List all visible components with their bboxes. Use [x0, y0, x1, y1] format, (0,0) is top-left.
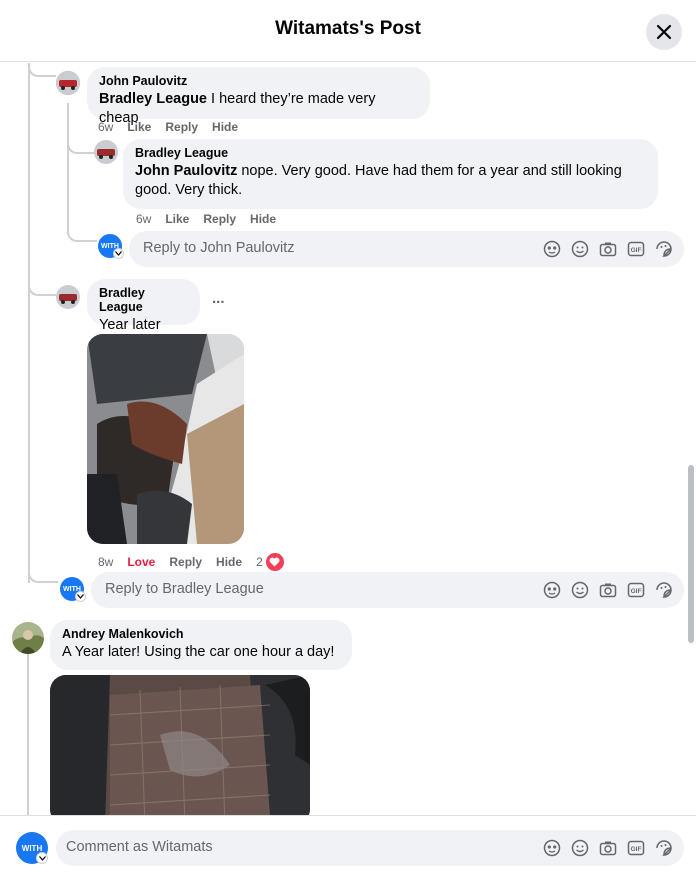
thread-connector — [28, 63, 56, 77]
close-icon — [656, 24, 672, 40]
hide-button[interactable]: Hide — [216, 555, 242, 569]
comment-photo[interactable] — [87, 334, 244, 544]
comment-author[interactable]: Bradley League — [99, 286, 188, 314]
chevron-down-icon[interactable] — [75, 591, 86, 602]
mention-link[interactable]: John Paulovitz — [135, 163, 237, 179]
reply-placeholder: Reply to John Paulovitz — [143, 240, 295, 256]
comment-actions: 6w Like Reply Hide — [98, 120, 252, 134]
reply-button[interactable]: Reply — [169, 555, 202, 569]
comment-composer: WITH Comment as Witamats GIF — [0, 815, 696, 878]
mention-link[interactable]: Bradley League — [99, 91, 207, 107]
sticker-icon[interactable] — [654, 838, 674, 858]
comment-photo[interactable] — [50, 675, 310, 815]
thread-connector — [28, 278, 56, 296]
comment-text: A Year later! Using the car one hour a d… — [62, 644, 335, 660]
gif-icon[interactable]: GIF — [626, 580, 646, 600]
camera-icon[interactable] — [598, 838, 618, 858]
close-button[interactable] — [646, 14, 682, 50]
avatar[interactable] — [12, 622, 44, 654]
thread-line — [27, 653, 29, 815]
svg-text:GIF: GIF — [631, 588, 642, 595]
comment-actions: 6w Like Reply Hide — [136, 212, 290, 226]
emoji-icon[interactable] — [570, 239, 590, 259]
chevron-down-icon[interactable] — [113, 248, 124, 259]
comment-author[interactable]: John Paulovitz — [99, 74, 418, 88]
reply-input[interactable]: Reply to Bradley League GIF — [91, 572, 684, 608]
like-button[interactable]: Like — [165, 212, 189, 226]
comments-list: John Paulovitz Bradley League I heard th… — [0, 63, 696, 815]
emoji-icon[interactable] — [570, 838, 590, 858]
composer-icons: GIF — [542, 580, 674, 600]
reply-button[interactable]: Reply — [165, 120, 198, 134]
comment-placeholder: Comment as Witamats — [66, 839, 213, 855]
comment-input[interactable]: Comment as Witamats GIF — [56, 830, 684, 866]
reply-placeholder: Reply to Bradley League — [105, 581, 264, 597]
hide-button[interactable]: Hide — [250, 212, 276, 226]
reaction-count[interactable]: 2 — [256, 555, 263, 569]
avatar-icon[interactable] — [542, 580, 562, 600]
thread-connector — [67, 128, 94, 154]
avatar-icon[interactable] — [542, 838, 562, 858]
sticker-icon[interactable] — [654, 239, 674, 259]
sticker-icon[interactable] — [654, 580, 674, 600]
comment-bubble: Andrey Malenkovich A Year later! Using t… — [50, 620, 352, 670]
thread-connector — [28, 563, 58, 583]
avatar[interactable] — [94, 140, 118, 164]
hide-button[interactable]: Hide — [212, 120, 238, 134]
avatar[interactable] — [56, 285, 80, 309]
comment-time[interactable]: 6w — [136, 212, 151, 226]
comment-author[interactable]: Andrey Malenkovich — [62, 627, 340, 641]
composer-icons: GIF — [542, 838, 674, 858]
gif-icon[interactable]: GIF — [626, 838, 646, 858]
comment-author[interactable]: Bradley League — [135, 146, 646, 160]
heart-icon — [264, 552, 285, 572]
comment-time[interactable]: 6w — [98, 120, 113, 134]
chevron-down-icon[interactable] — [36, 852, 48, 864]
reply-button[interactable]: Reply — [203, 212, 236, 226]
post-header: Witamats's Post — [0, 0, 696, 62]
camera-icon[interactable] — [598, 239, 618, 259]
reply-input[interactable]: Reply to John Paulovitz GIF — [129, 231, 684, 267]
svg-text:GIF: GIF — [631, 247, 642, 254]
comment-time[interactable]: 8w — [98, 555, 113, 569]
avatar[interactable] — [56, 71, 80, 95]
composer-icons: GIF — [542, 239, 674, 259]
scrollbar[interactable] — [688, 465, 694, 643]
love-button[interactable]: Love — [127, 555, 155, 569]
avatar-icon[interactable] — [542, 239, 562, 259]
thread-line — [28, 63, 30, 583]
emoji-icon[interactable] — [570, 580, 590, 600]
svg-text:GIF: GIF — [631, 846, 642, 853]
thread-line — [67, 103, 69, 233]
gif-icon[interactable]: GIF — [626, 239, 646, 259]
more-options-button[interactable]: ... — [212, 290, 225, 307]
comment-bubble: Bradley League Year later — [87, 279, 200, 333]
post-title: Witamats's Post — [275, 18, 421, 39]
comment-text: John Paulovitz nope. Very good. Have had… — [135, 163, 622, 198]
comment-bubble: John Paulovitz Bradley League I heard th… — [87, 67, 430, 126]
like-button[interactable]: Like — [127, 120, 151, 134]
comment-bubble: Bradley League John Paulovitz nope. Very… — [123, 139, 658, 209]
camera-icon[interactable] — [598, 580, 618, 600]
thread-connector — [67, 218, 97, 242]
comment-actions: 8w Love Reply Hide 2 — [98, 552, 285, 572]
comment-text: Year later — [99, 317, 161, 333]
